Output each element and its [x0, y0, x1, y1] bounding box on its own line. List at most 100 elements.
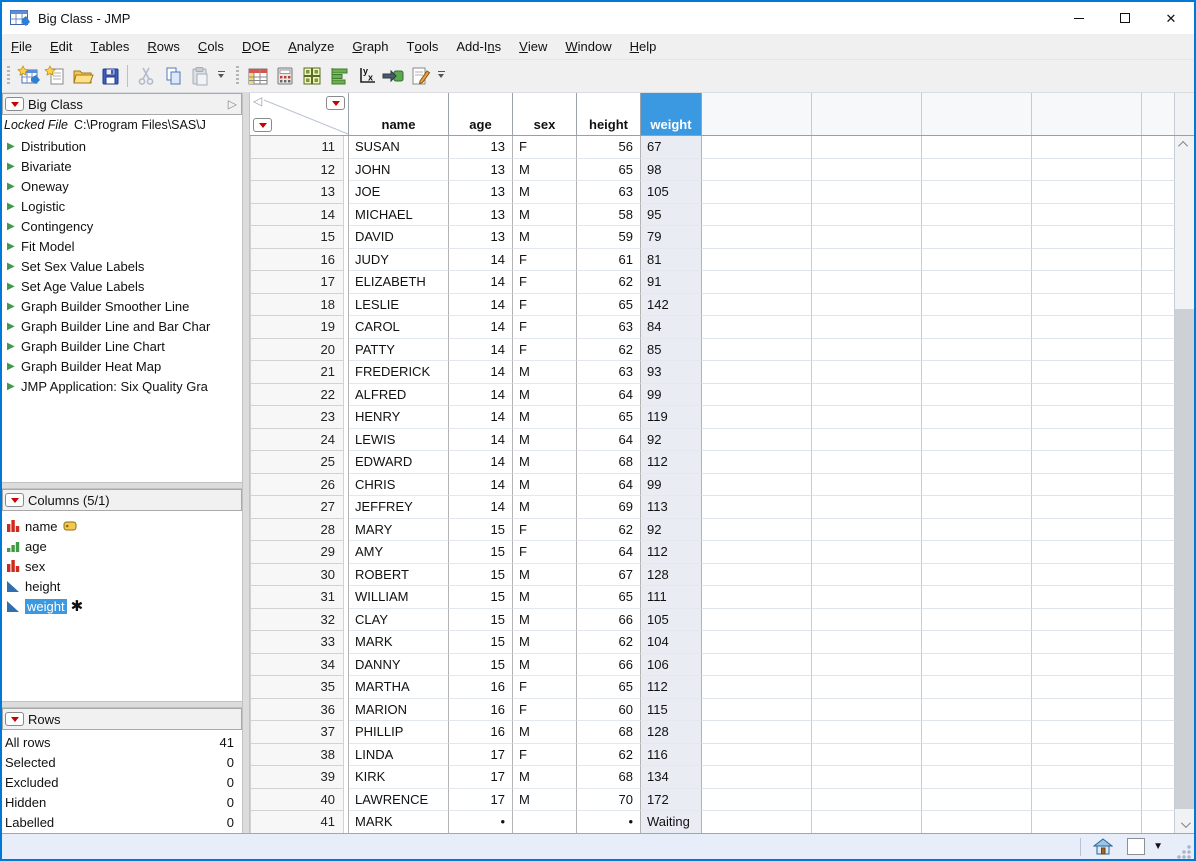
- cell-weight[interactable]: 67: [641, 136, 702, 159]
- cell-age[interactable]: 17: [449, 744, 513, 767]
- cell-weight[interactable]: 142: [641, 294, 702, 317]
- cell-name[interactable]: ROBERT: [349, 564, 449, 587]
- cell-sex[interactable]: M: [513, 159, 577, 182]
- cell-sex[interactable]: M: [513, 564, 577, 587]
- cell-age[interactable]: 15: [449, 541, 513, 564]
- cell-weight[interactable]: 105: [641, 609, 702, 632]
- cell-height[interactable]: 64: [577, 429, 641, 452]
- cell-height[interactable]: 69: [577, 496, 641, 519]
- row-number-cell[interactable]: 16: [250, 249, 349, 272]
- script-item[interactable]: ▶Fit Model: [2, 236, 242, 256]
- cell-height[interactable]: 70: [577, 789, 641, 812]
- menu-doe[interactable]: DOE: [233, 34, 279, 59]
- cell-age[interactable]: 14: [449, 316, 513, 339]
- row-number-cell[interactable]: 23: [250, 406, 349, 429]
- red-triangle-button[interactable]: [5, 493, 24, 507]
- script-item[interactable]: ▶Oneway: [2, 176, 242, 196]
- cell-sex[interactable]: F: [513, 271, 577, 294]
- column-item-height[interactable]: height: [2, 576, 242, 596]
- cell-weight[interactable]: 172: [641, 789, 702, 812]
- menu-tables[interactable]: Tables: [81, 34, 138, 59]
- row-number-cell[interactable]: 41: [250, 811, 349, 833]
- rows-stat-selected[interactable]: Selected0: [2, 752, 242, 772]
- scrollbar-thumb[interactable]: [1175, 309, 1194, 809]
- cell-age[interactable]: 14: [449, 451, 513, 474]
- cell-age[interactable]: 15: [449, 564, 513, 587]
- cell-weight[interactable]: 84: [641, 316, 702, 339]
- row-number-cell[interactable]: 28: [250, 519, 349, 542]
- script-item[interactable]: ▶Graph Builder Line and Bar Char: [2, 316, 242, 336]
- row-number-cell[interactable]: 11: [250, 136, 349, 159]
- cell-height[interactable]: 62: [577, 271, 641, 294]
- row-number-cell[interactable]: 25: [250, 451, 349, 474]
- row-number-cell[interactable]: 35: [250, 676, 349, 699]
- row-number-cell[interactable]: 12: [250, 159, 349, 182]
- column-item-name[interactable]: name: [2, 516, 242, 536]
- row-number-cell[interactable]: 17: [250, 271, 349, 294]
- cell-name[interactable]: DANNY: [349, 654, 449, 677]
- panel-splitter[interactable]: [2, 482, 242, 489]
- cell-age[interactable]: •: [449, 811, 513, 833]
- cell-sex[interactable]: M: [513, 631, 577, 654]
- cell-name[interactable]: MARK: [349, 631, 449, 654]
- cell-weight[interactable]: 112: [641, 541, 702, 564]
- cell-sex[interactable]: F: [513, 699, 577, 722]
- cell-age[interactable]: 14: [449, 496, 513, 519]
- cell-name[interactable]: LINDA: [349, 744, 449, 767]
- cell-name[interactable]: CHRIS: [349, 474, 449, 497]
- row-number-cell[interactable]: 34: [250, 654, 349, 677]
- cell-name[interactable]: PHILLIP: [349, 721, 449, 744]
- cell-age[interactable]: 13: [449, 226, 513, 249]
- cell-height[interactable]: 56: [577, 136, 641, 159]
- script-item[interactable]: ▶Distribution: [2, 136, 242, 156]
- cell-sex[interactable]: M: [513, 496, 577, 519]
- row-number-cell[interactable]: 20: [250, 339, 349, 362]
- row-number-cell[interactable]: 26: [250, 474, 349, 497]
- cell-age[interactable]: 15: [449, 586, 513, 609]
- resize-grip[interactable]: [1177, 845, 1191, 859]
- cell-height[interactable]: 63: [577, 316, 641, 339]
- cell-age[interactable]: 16: [449, 699, 513, 722]
- cell-name[interactable]: MARION: [349, 699, 449, 722]
- cell-height[interactable]: 65: [577, 159, 641, 182]
- cell-sex[interactable]: M: [513, 361, 577, 384]
- script-item[interactable]: ▶Set Sex Value Labels: [2, 256, 242, 276]
- cell-height[interactable]: 67: [577, 564, 641, 587]
- column-item-age[interactable]: age: [2, 536, 242, 556]
- cell-height[interactable]: 60: [577, 699, 641, 722]
- cell-sex[interactable]: M: [513, 429, 577, 452]
- cell-height[interactable]: 65: [577, 676, 641, 699]
- cell-age[interactable]: 15: [449, 654, 513, 677]
- cell-name[interactable]: MARK: [349, 811, 449, 833]
- panel-expand-icon[interactable]: ▷: [228, 97, 237, 111]
- cell-name[interactable]: LAWRENCE: [349, 789, 449, 812]
- column-header-weight[interactable]: weight: [641, 93, 702, 135]
- cell-sex[interactable]: M: [513, 766, 577, 789]
- menu-view[interactable]: View: [510, 34, 556, 59]
- open-button[interactable]: [69, 63, 96, 89]
- row-number-cell[interactable]: 18: [250, 294, 349, 317]
- cell-weight[interactable]: 111: [641, 586, 702, 609]
- cell-name[interactable]: PATTY: [349, 339, 449, 362]
- vertical-scrollbar[interactable]: [1175, 136, 1194, 833]
- cell-height[interactable]: 62: [577, 744, 641, 767]
- cell-sex[interactable]: M: [513, 204, 577, 227]
- cell-sex[interactable]: M: [513, 474, 577, 497]
- script-item[interactable]: ▶Bivariate: [2, 156, 242, 176]
- cell-weight[interactable]: 79: [641, 226, 702, 249]
- cell-weight[interactable]: 112: [641, 676, 702, 699]
- cell-sex[interactable]: F: [513, 294, 577, 317]
- rows-stat-labelled[interactable]: Labelled0: [2, 812, 242, 832]
- summary-button[interactable]: [271, 63, 298, 89]
- panel-splitter[interactable]: [2, 701, 242, 708]
- close-button[interactable]: ✕: [1148, 2, 1194, 34]
- cell-weight[interactable]: 104: [641, 631, 702, 654]
- paste-button[interactable]: [186, 63, 213, 89]
- menu-window[interactable]: Window: [556, 34, 620, 59]
- cell-weight[interactable]: 128: [641, 721, 702, 744]
- row-number-cell[interactable]: 29: [250, 541, 349, 564]
- row-number-cell[interactable]: 14: [250, 204, 349, 227]
- cell-name[interactable]: LESLIE: [349, 294, 449, 317]
- cell-name[interactable]: MARY: [349, 519, 449, 542]
- cell-height[interactable]: 62: [577, 339, 641, 362]
